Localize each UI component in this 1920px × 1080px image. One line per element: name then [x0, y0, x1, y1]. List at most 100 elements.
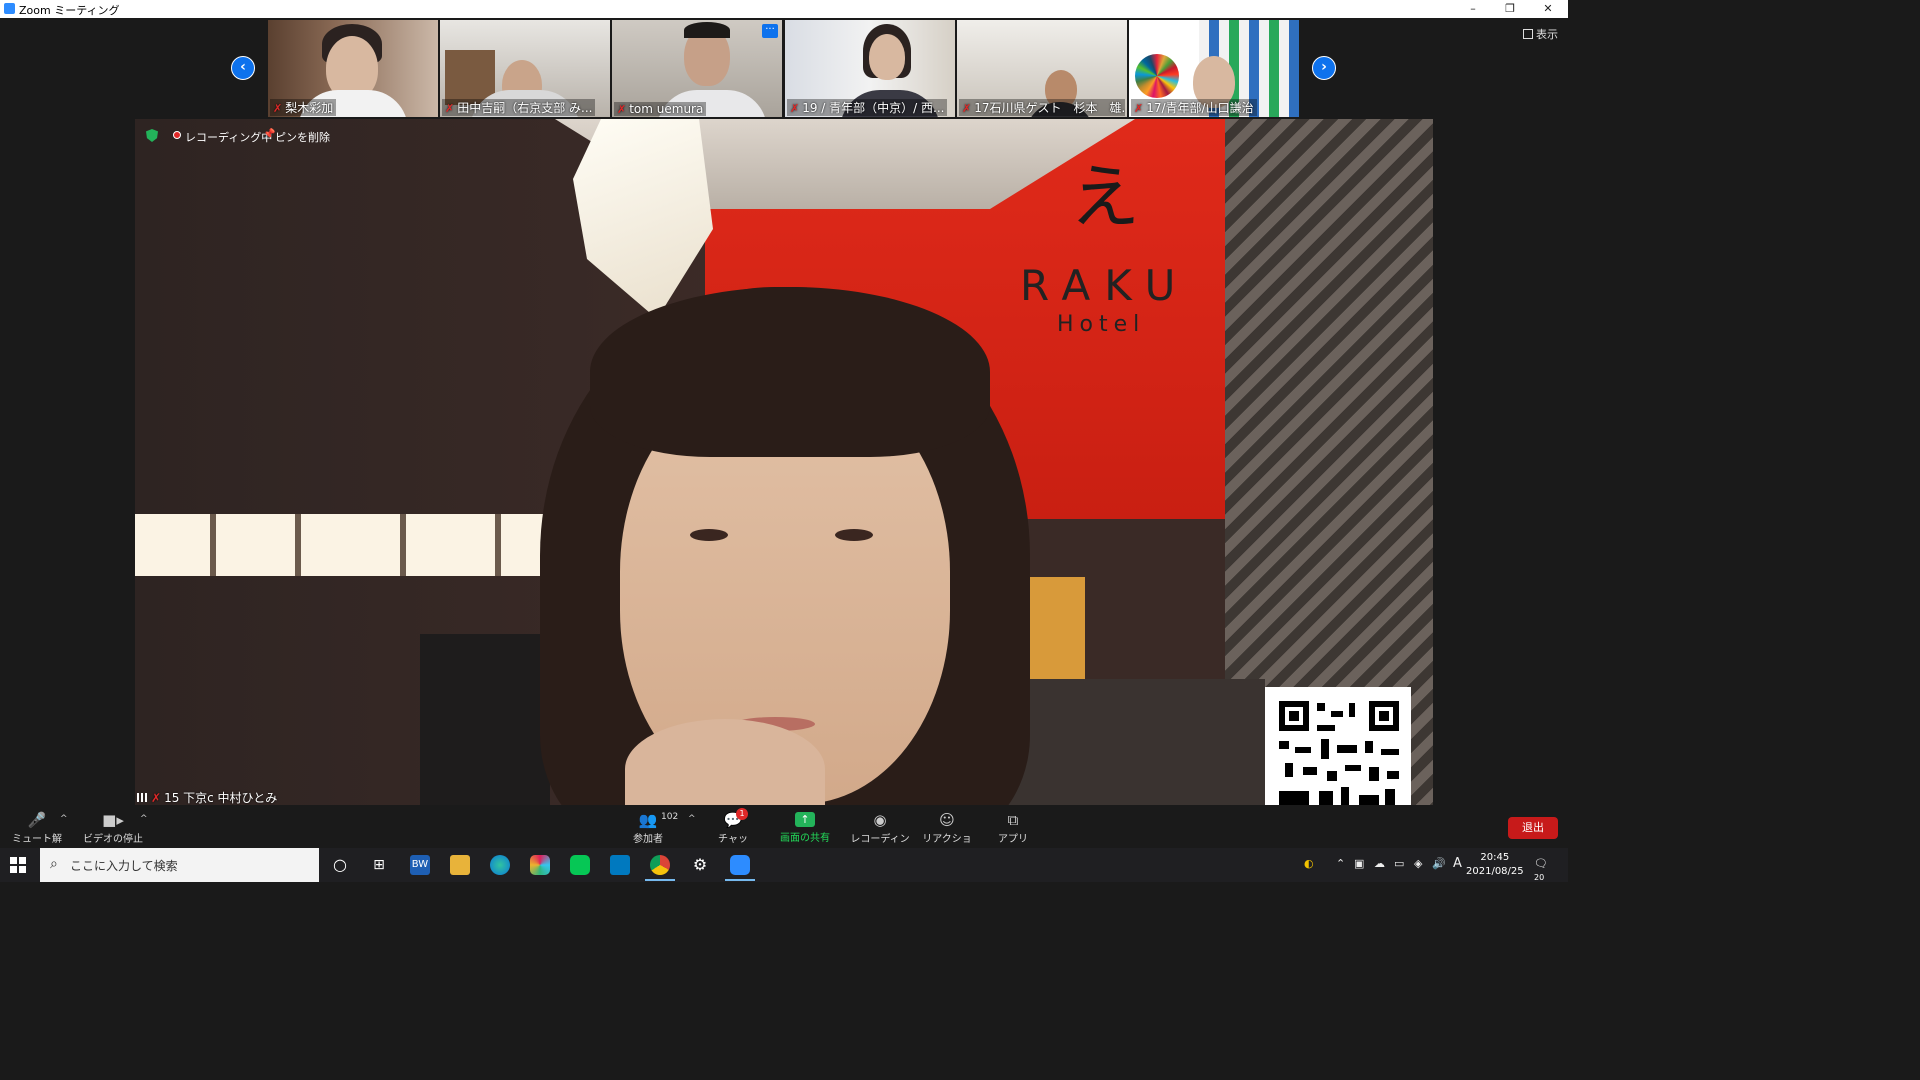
- weather-icon[interactable]: ◐: [1304, 857, 1314, 870]
- participant-name-label: ✗ 田中吉嗣（右京支部 み...: [442, 99, 596, 116]
- view-button[interactable]: 表示: [1523, 26, 1558, 42]
- participant-tile[interactable]: ✗ 梨木彩加: [268, 20, 438, 117]
- stop-video-label: ビデオの停止: [83, 834, 143, 845]
- network-icon[interactable]: ▭: [1394, 857, 1404, 870]
- muted-mic-icon: ✗: [273, 102, 283, 115]
- muted-mic-icon: ✗: [1134, 102, 1144, 115]
- task-view-icon[interactable]: ⊞: [369, 855, 389, 875]
- recording-status-label[interactable]: レコーディング中: [185, 129, 272, 145]
- speaker-bangs: [590, 287, 990, 457]
- meeting-controls-bar: 🎤 ミュート解除 ^ ■▸ ビデオの停止 ^ 👥 参加者 102 ^ 💬 チャッ…: [0, 806, 1568, 860]
- speaker-eye-left: [690, 529, 728, 541]
- participant-face: [869, 34, 905, 80]
- participants-options-caret[interactable]: ^: [688, 814, 696, 824]
- reaction-icon: ☺: [939, 811, 955, 829]
- restore-button[interactable]: ❐: [1492, 0, 1528, 18]
- participant-name-label: ✗ 17石川県ゲスト 杉本 雄...: [959, 99, 1125, 116]
- participant-tile[interactable]: ✗ 田中吉嗣（右京支部 み...: [440, 20, 610, 117]
- participant-tile[interactable]: ✗ 17/青年部/山口謙治: [1129, 20, 1299, 117]
- participant-tile[interactable]: ✗ 19 / 青年部（中京）/ 西...: [785, 20, 955, 117]
- strip-prev-button[interactable]: ‹: [231, 56, 255, 80]
- hotel-brand-subtext: Hotel: [1057, 312, 1146, 337]
- cortana-icon[interactable]: ○: [330, 855, 350, 875]
- window-title: Zoom ミーティング: [19, 4, 120, 17]
- file-explorer-icon[interactable]: [450, 855, 470, 875]
- close-button[interactable]: ✕: [1530, 0, 1566, 18]
- tray-cloud-icon[interactable]: ☁: [1374, 857, 1385, 870]
- volume-icon[interactable]: 🔊: [1432, 857, 1446, 870]
- participant-name-label: ✗ 梨木彩加: [270, 99, 337, 116]
- unpin-button[interactable]: ピンを削除: [275, 129, 330, 145]
- settings-gear-icon[interactable]: ⚙: [690, 855, 710, 875]
- chrome-active-indicator: [645, 879, 675, 881]
- speaker-eye-right: [835, 529, 873, 541]
- zoom-active-indicator: [725, 879, 755, 881]
- search-icon: ⌕: [50, 856, 58, 872]
- chevron-right-icon: ›: [1321, 59, 1327, 75]
- video-camera-icon: ■▸: [102, 811, 124, 829]
- dropbox-icon[interactable]: ◈: [1414, 857, 1422, 870]
- zoom-app-icon: [4, 3, 15, 14]
- edge-browser-icon[interactable]: [490, 855, 510, 875]
- recording-dot-icon: [173, 131, 181, 139]
- participant-name-label: ✗ tom uemura: [614, 102, 707, 116]
- connection-signal-icon: [137, 793, 147, 802]
- view-button-label: 表示: [1536, 28, 1558, 41]
- line-app-icon[interactable]: [570, 855, 590, 875]
- windows-taskbar: ⌕ ここに入力して検索 ○ ⊞ BW ⚙ ◐ ⌃ ▣ ☁ ▭ ◈ 🔊 A 20:…: [0, 848, 1568, 882]
- taskbar-search-placeholder: ここに入力して検索: [70, 859, 178, 873]
- chat-unread-badge: 1: [736, 808, 748, 820]
- record-icon: ◉: [873, 811, 887, 829]
- participant-tile[interactable]: ✗ 17石川県ゲスト 杉本 雄...: [957, 20, 1127, 117]
- participant-count: 102: [661, 812, 679, 822]
- participant-tile[interactable]: ··· ✗ tom uemura: [612, 20, 782, 117]
- clock-date: 2021/08/25: [1466, 866, 1524, 877]
- more-options-button[interactable]: ···: [762, 24, 778, 38]
- slack-icon[interactable]: [530, 855, 550, 875]
- tray-expand-icon[interactable]: ⌃: [1336, 857, 1345, 870]
- chevron-left-icon: ‹: [240, 59, 246, 75]
- pin-icon: 📌: [263, 129, 276, 140]
- leave-meeting-button[interactable]: 退出: [1508, 817, 1558, 839]
- background-lit-niche: [1030, 577, 1085, 687]
- ime-indicator[interactable]: A: [1453, 856, 1462, 871]
- chrome-icon[interactable]: [650, 855, 670, 875]
- main-speaker-video[interactable]: え RAKU Hotel: [135, 119, 1433, 805]
- background-reception-desk: [420, 634, 550, 805]
- share-screen-button[interactable]: ↑ 画面の共有: [776, 812, 834, 844]
- trello-icon[interactable]: [610, 855, 630, 875]
- audio-options-caret[interactable]: ^: [60, 814, 68, 824]
- clock-time: 20:45: [1480, 852, 1510, 863]
- windows-start-icon[interactable]: [10, 857, 26, 873]
- stop-video-button[interactable]: ■▸ ビデオの停止: [82, 812, 144, 845]
- taskbar-clock[interactable]: 20:45 2021/08/25: [1466, 851, 1524, 879]
- taskbar-search-box[interactable]: ⌕ ここに入力して検索: [40, 848, 319, 882]
- zoom-taskbar-icon[interactable]: [730, 855, 750, 875]
- muted-mic-icon: 🎤: [27, 811, 47, 829]
- participants-label: 参加者: [633, 834, 663, 845]
- muted-mic-icon: ✗: [962, 102, 972, 115]
- muted-mic-icon: ✗: [790, 102, 800, 115]
- speaker-name-label: ✗ 15 下京c 中村ひとみ: [137, 789, 277, 806]
- tray-app-icon[interactable]: ▣: [1354, 857, 1364, 870]
- hotel-brand-text: RAKU: [1020, 261, 1190, 310]
- qr-code: [1265, 687, 1411, 805]
- sdgs-wheel: [1135, 54, 1179, 98]
- minimize-button[interactable]: –: [1455, 0, 1491, 18]
- grid-icon: [1523, 29, 1533, 39]
- participant-hair: [684, 22, 730, 38]
- bw-app-icon[interactable]: BW: [410, 855, 430, 875]
- muted-mic-icon: ✗: [151, 791, 162, 805]
- apps-icon: ⧉: [1007, 811, 1019, 829]
- muted-mic-icon: ✗: [617, 103, 627, 116]
- strip-next-button[interactable]: ›: [1312, 56, 1336, 80]
- video-options-caret[interactable]: ^: [140, 814, 148, 824]
- participants-icon: 👥: [638, 811, 658, 829]
- share-screen-label: 画面の共有: [780, 833, 830, 844]
- apps-button[interactable]: ⧉ アプリ: [996, 812, 1030, 845]
- participant-name-label: ✗ 19 / 青年部（中京）/ 西...: [787, 99, 948, 116]
- notification-center-icon[interactable]: 🗨20: [1534, 857, 1552, 882]
- window-title-bar: Zoom ミーティング – ❐ ✕: [0, 0, 1568, 18]
- background-shoji-window: [135, 514, 565, 576]
- raku-logo-mark: え: [1070, 156, 1140, 238]
